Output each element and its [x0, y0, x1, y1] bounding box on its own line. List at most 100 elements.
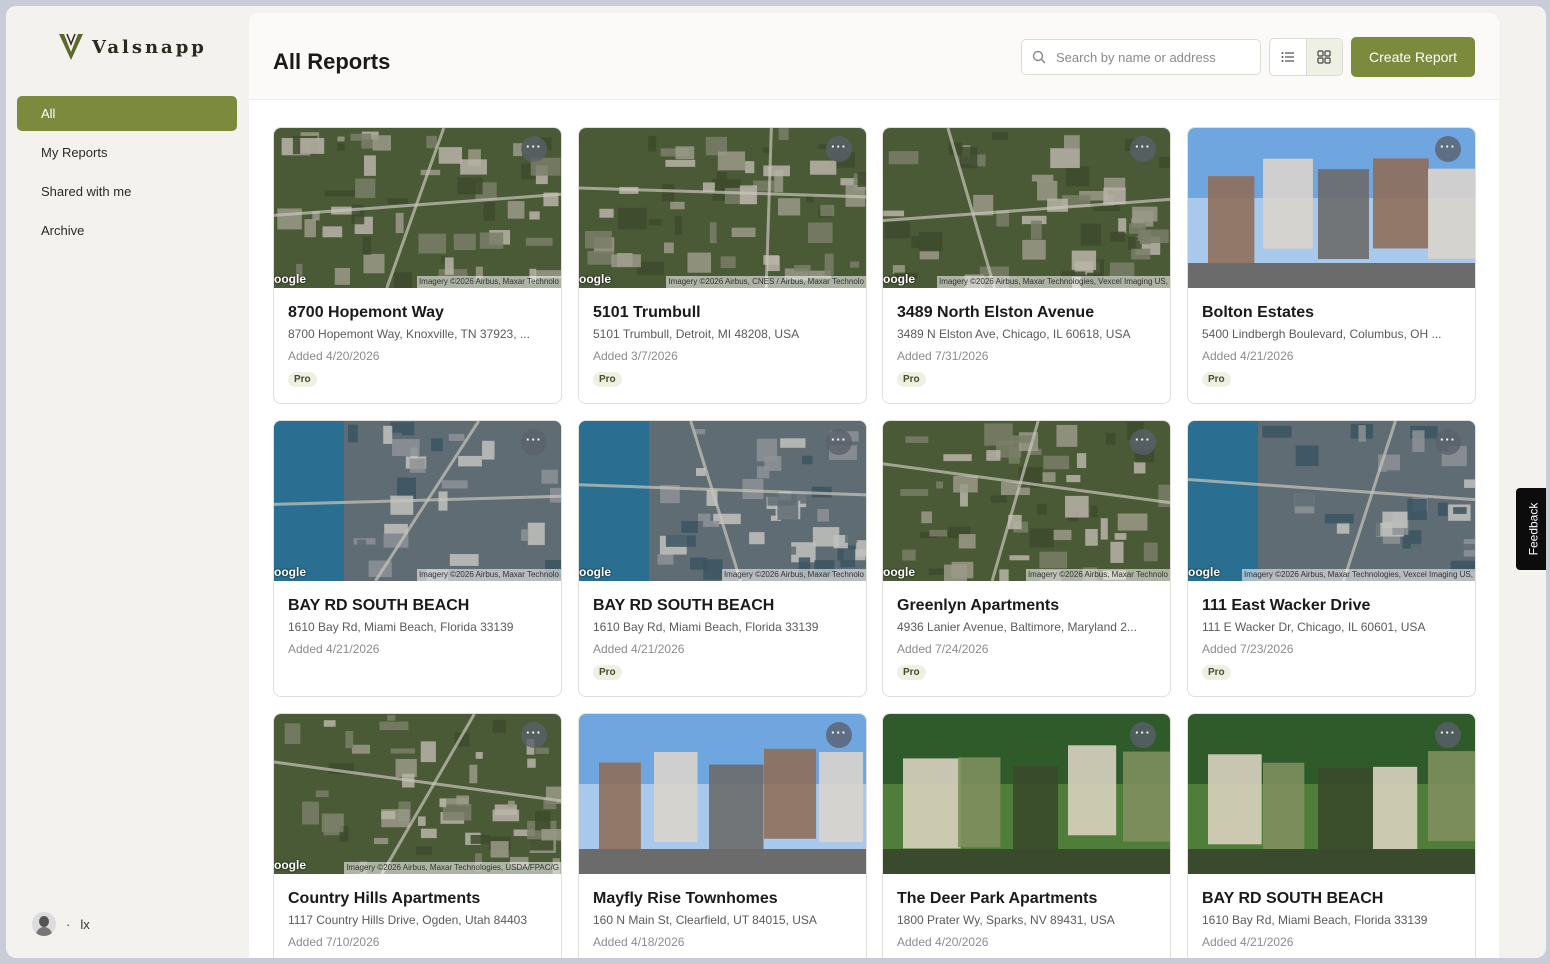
ellipsis-icon: ···: [1440, 138, 1456, 154]
map-watermark: oogle: [274, 858, 306, 872]
imagery-credit: Imagery ©2026 Airbus, Maxar Technologies…: [1242, 569, 1475, 581]
property-image: [883, 128, 1170, 288]
report-title: The Deer Park Apartments: [897, 890, 1098, 907]
valsnapp-logo-icon: [59, 33, 83, 60]
report-title: Greenlyn Apartments: [897, 597, 1060, 614]
logo-text: Valsnapp: [92, 36, 207, 58]
more-options-button[interactable]: ···: [1130, 136, 1156, 162]
sidebar-nav: All My Reports Shared with me Archive: [17, 96, 237, 252]
avatar: [32, 912, 56, 936]
page-title: All Reports: [273, 49, 391, 74]
report-title: Bolton Estates: [1202, 304, 1315, 321]
more-options-button[interactable]: ···: [1435, 722, 1461, 748]
report-date: Added 4/21/2026: [1202, 349, 1294, 363]
report-title: Mayfly Rise Townhomes: [593, 890, 778, 907]
report-title: 3489 North Elston Avenue: [897, 304, 1095, 321]
more-options-button[interactable]: ···: [1130, 429, 1156, 455]
report-address: 111 E Wacker Dr, Chicago, IL 60601, USA: [1202, 620, 1426, 634]
property-thumbnail: ···: [1188, 128, 1475, 288]
report-card[interactable]: ··· Mayfly Rise Townhomes 160 N Main St, C…: [578, 713, 867, 958]
report-title: BAY RD SOUTH BEACH: [288, 597, 470, 614]
ellipsis-icon: ···: [1135, 138, 1151, 154]
report-title: 111 East Wacker Drive: [1202, 597, 1371, 614]
user-name: lx: [80, 916, 90, 932]
grid-view-button[interactable]: [1305, 39, 1342, 75]
more-options-button[interactable]: ···: [826, 722, 852, 748]
report-title: BAY RD SOUTH BEACH: [593, 597, 775, 614]
create-report-button[interactable]: Create Report: [1351, 37, 1475, 77]
more-options-button[interactable]: ···: [521, 136, 547, 162]
property-thumbnail: oogle Imagery ©2026 Airbus, Maxar Technol…: [883, 421, 1170, 581]
plan-badge: Pro: [593, 665, 622, 680]
report-date: Added 7/10/2026: [288, 935, 380, 949]
report-title: BAY RD SOUTH BEACH: [1202, 890, 1384, 907]
report-card[interactable]: oogle Imagery ©2026 Airbus, Maxar Technol…: [882, 420, 1171, 697]
report-card[interactable]: ··· BAY RD SOUTH BEACH 1610 Bay Rd, Miami …: [1187, 713, 1476, 958]
more-options-button[interactable]: ···: [826, 136, 852, 162]
report-address: 5101 Trumbull, Detroit, MI 48208, USA: [593, 327, 800, 341]
grid-icon: [1317, 50, 1331, 64]
map-watermark: oogle: [883, 272, 915, 286]
report-address: 1610 Bay Rd, Miami Beach, Florida 33139: [593, 620, 819, 634]
property-thumbnail: ···: [579, 714, 866, 874]
more-options-button[interactable]: ···: [826, 429, 852, 455]
ellipsis-icon: ···: [526, 138, 542, 154]
property-image: [883, 421, 1170, 581]
map-watermark: oogle: [883, 565, 915, 579]
sidebar-item-shared-with-me[interactable]: Shared with me: [17, 174, 237, 209]
more-options-button[interactable]: ···: [1435, 136, 1461, 162]
imagery-credit: Imagery ©2026 Airbus, Maxar Technolo: [1025, 569, 1170, 581]
plan-badge: Pro: [1202, 665, 1231, 680]
property-image: [1188, 714, 1475, 874]
ellipsis-icon: ···: [831, 138, 847, 154]
property-image: [1188, 128, 1475, 288]
report-card[interactable]: oogle Imagery ©2026 Airbus, Maxar Technol…: [273, 713, 562, 958]
more-options-button[interactable]: ···: [1130, 722, 1156, 748]
search-input[interactable]: [1054, 48, 1248, 66]
header: All Reports Search by name or address Cr…: [249, 13, 1499, 100]
report-card[interactable]: oogle Imagery ©2026 Airbus, Maxar Technol…: [273, 420, 562, 697]
report-card[interactable]: ··· The Deer Park Apartments 1800 Prater W…: [882, 713, 1171, 958]
more-options-button[interactable]: ···: [521, 722, 547, 748]
property-image: [274, 421, 561, 581]
property-image: [579, 128, 866, 288]
report-address: 4936 Lanier Avenue, Baltimore, Maryland …: [897, 620, 1137, 634]
property-thumbnail: ···: [883, 714, 1170, 874]
sidebar-item-my-reports[interactable]: My Reports: [17, 135, 237, 170]
report-card[interactable]: oogle Imagery ©2026 Airbus, CNES / Airbus…: [578, 127, 867, 404]
user-menu[interactable]: · lx: [32, 912, 90, 936]
report-card[interactable]: oogle Imagery ©2026 Airbus, Maxar Technol…: [1187, 420, 1476, 697]
report-date: Added 4/18/2026: [593, 935, 685, 949]
report-date: Added 7/23/2026: [1202, 642, 1294, 656]
report-card[interactable]: oogle Imagery ©2026 Airbus, Maxar Technol…: [273, 127, 562, 404]
list-icon: [1281, 52, 1294, 62]
imagery-credit: Imagery ©2026 Airbus, Maxar Technolo: [416, 569, 561, 581]
report-card[interactable]: oogle Imagery ©2026 Airbus, Maxar Technol…: [578, 420, 867, 697]
sidebar-item-all[interactable]: All: [17, 96, 237, 131]
feedback-tab[interactable]: Feedback: [1516, 488, 1546, 570]
more-options-button[interactable]: ···: [521, 429, 547, 455]
report-address: 160 N Main St, Clearfield, UT 84015, USA: [593, 913, 817, 927]
sidebar-item-archive[interactable]: Archive: [17, 213, 237, 248]
report-address: 8700 Hopemont Way, Knoxville, TN 37923, …: [288, 327, 530, 341]
report-date: Added 4/20/2026: [897, 935, 989, 949]
report-date: Added 7/31/2026: [897, 349, 989, 363]
list-view-button[interactable]: [1270, 39, 1306, 75]
plan-badge: Pro: [288, 372, 317, 387]
property-image: [1188, 421, 1475, 581]
report-date: Added 4/21/2026: [593, 642, 685, 656]
report-date: Added 3/7/2026: [593, 349, 678, 363]
report-card[interactable]: oogle Imagery ©2026 Airbus, Maxar Technol…: [882, 127, 1171, 404]
report-date: Added 4/21/2026: [288, 642, 380, 656]
imagery-credit: Imagery ©2026 Airbus, Maxar Technolo: [416, 276, 561, 288]
property-thumbnail: oogle Imagery ©2026 Airbus, Maxar Technol…: [883, 128, 1170, 288]
logo[interactable]: Valsnapp: [58, 32, 207, 62]
search-box[interactable]: [1021, 39, 1261, 75]
imagery-credit: Imagery ©2026 Airbus, Maxar Technolo: [721, 569, 866, 581]
more-options-button[interactable]: ···: [1435, 429, 1461, 455]
report-card[interactable]: ··· Bolton Estates 5400 Lindbergh Boulevar…: [1187, 127, 1476, 404]
report-date: Added 4/21/2026: [1202, 935, 1294, 949]
ellipsis-icon: ···: [1440, 431, 1456, 447]
report-address: 1800 Prater Wy, Sparks, NV 89431, USA: [897, 913, 1115, 927]
ellipsis-icon: ···: [831, 724, 847, 740]
